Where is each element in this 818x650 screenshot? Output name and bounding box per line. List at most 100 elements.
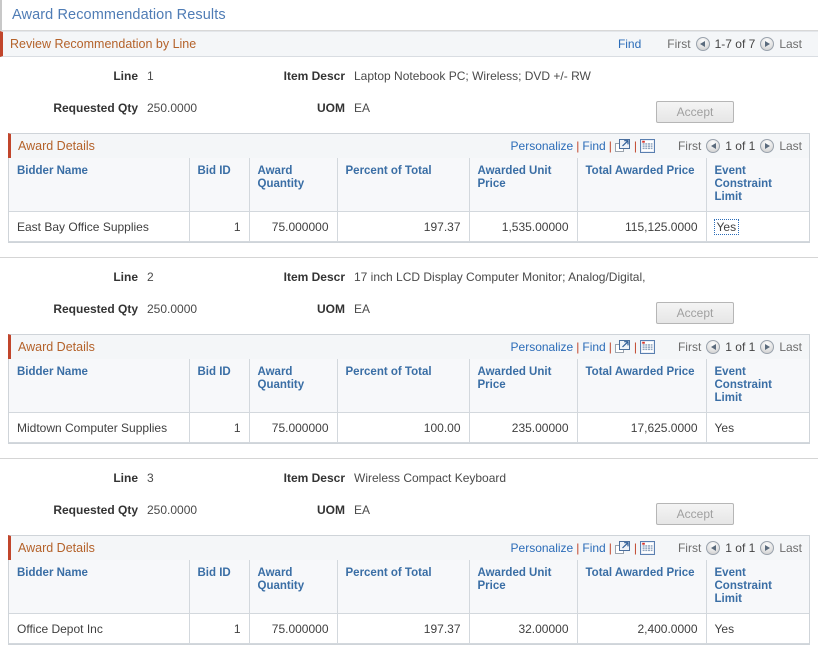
grid-pager-first[interactable]: First xyxy=(678,340,701,354)
expand-grid-icon[interactable] xyxy=(615,139,631,154)
download-spreadsheet-icon[interactable] xyxy=(640,340,656,355)
accept-button[interactable]: Accept xyxy=(656,503,734,525)
bidder-name-cell: East Bay Office Supplies xyxy=(9,211,190,242)
accept-button-wrap: Accept xyxy=(656,503,818,525)
award-details-title: Award Details xyxy=(18,139,95,153)
event-constraint-limit-value[interactable]: Yes xyxy=(713,218,740,235)
grid-pager-last[interactable]: Last xyxy=(779,541,802,555)
next-arrow-icon[interactable] xyxy=(760,340,775,354)
prev-arrow-icon[interactable] xyxy=(706,139,721,153)
personalize-link[interactable]: Personalize xyxy=(511,139,574,153)
download-spreadsheet-icon[interactable] xyxy=(640,541,656,556)
prev-arrow-icon[interactable] xyxy=(706,541,721,555)
column-header-2: Award Quantity xyxy=(249,359,338,413)
group-pager-count: 1-7 of 7 xyxy=(714,37,756,51)
table-body: Midtown Computer Supplies 1 75.000000 100.0… xyxy=(9,412,809,443)
personalize-link[interactable]: Personalize xyxy=(511,340,574,354)
requested-qty-value: 250.0000 xyxy=(147,302,198,316)
qty-field-row: Requested Qty 250.0000 UOM EA Accept xyxy=(0,294,818,334)
prev-arrow-icon[interactable] xyxy=(695,37,710,51)
line-label: Line xyxy=(113,471,138,485)
uom-label: UOM xyxy=(317,101,345,115)
toolbar-separator: | xyxy=(608,340,612,354)
bidder-name-cell: Midtown Computer Supplies xyxy=(9,412,190,443)
column-header-0: Bidder Name xyxy=(9,158,190,212)
line-number-value: 3 xyxy=(147,471,154,485)
grid-pager: First 1 of 1 Last xyxy=(678,340,802,354)
grid-find-link[interactable]: Find xyxy=(582,541,605,555)
column-header-5: Total Awarded Price xyxy=(577,158,707,212)
grid-pager-first[interactable]: First xyxy=(678,139,701,153)
uom-value: EA xyxy=(354,101,371,115)
line-label: Line xyxy=(113,69,138,83)
total-awarded-price-cell: 115,125.0000 xyxy=(577,211,707,242)
uom-label: UOM xyxy=(317,503,345,517)
accept-button-wrap: Accept xyxy=(656,302,818,324)
table-row: Office Depot Inc 1 75.000000 197.37 32.00000… xyxy=(9,613,809,644)
column-header-2: Award Quantity xyxy=(249,158,338,212)
award-details-title: Award Details xyxy=(18,541,95,555)
column-header-4: Awarded Unit Price xyxy=(469,560,578,614)
item-descr-value: Wireless Compact Keyboard xyxy=(354,471,507,485)
bid-id-cell: 1 xyxy=(189,211,250,242)
line-number-value: 2 xyxy=(147,270,154,284)
award-quantity-cell: 75.000000 xyxy=(249,613,338,644)
requested-qty-label: Requested Qty xyxy=(53,503,138,517)
column-header-0: Bidder Name xyxy=(9,560,190,614)
accept-button-wrap: Accept xyxy=(656,101,818,123)
page-title-bar: Award Recommendation Results xyxy=(0,0,818,31)
grid-pager-count: 1 of 1 xyxy=(725,541,756,555)
event-constraint-limit-cell[interactable]: Yes xyxy=(706,613,809,644)
column-header-5: Total Awarded Price xyxy=(577,560,707,614)
award-details-grid-wrap: Award Details Personalize | Find | | Fir… xyxy=(0,334,818,444)
grid-pager-first[interactable]: First xyxy=(678,541,701,555)
personalize-link[interactable]: Personalize xyxy=(511,541,574,555)
column-header-2: Award Quantity xyxy=(249,560,338,614)
next-arrow-icon[interactable] xyxy=(760,541,775,555)
column-header-4: Awarded Unit Price xyxy=(469,359,578,413)
download-spreadsheet-icon[interactable] xyxy=(640,139,656,154)
award-details-header: Award Details Personalize | Find | | Fir… xyxy=(8,535,810,560)
grid-find-link[interactable]: Find xyxy=(582,139,605,153)
group-find-link[interactable]: Find xyxy=(618,37,641,51)
requested-qty-value: 250.0000 xyxy=(147,503,198,517)
page-title: Award Recommendation Results xyxy=(12,7,226,23)
bid-id-cell: 1 xyxy=(189,412,250,443)
next-arrow-icon[interactable] xyxy=(760,139,775,153)
award-details-table: Bidder Name Bid ID Award Quantity Percent o… xyxy=(9,359,809,443)
event-constraint-limit-cell[interactable]: Yes xyxy=(706,412,809,443)
award-details-grid: Bidder Name Bid ID Award Quantity Percent o… xyxy=(8,560,810,645)
bid-id-cell: 1 xyxy=(189,613,250,644)
line-field-row: Line 2 Item Descr 17 inch LCD Display Co… xyxy=(0,258,818,294)
awarded-unit-price-cell: 32.00000 xyxy=(469,613,578,644)
percent-of-total-cell: 197.37 xyxy=(337,211,470,242)
grid-pager-last[interactable]: Last xyxy=(779,340,802,354)
grid-find-link[interactable]: Find xyxy=(582,340,605,354)
line-number-value: 1 xyxy=(147,69,154,83)
prev-arrow-icon[interactable] xyxy=(706,340,721,354)
column-header-6: Event Constraint Limit xyxy=(706,158,809,212)
table-body: East Bay Office Supplies 1 75.000000 197.37… xyxy=(9,211,809,242)
grid-pager-last[interactable]: Last xyxy=(779,139,802,153)
accept-button[interactable]: Accept xyxy=(656,302,734,324)
group-pager-last[interactable]: Last xyxy=(779,37,802,51)
next-arrow-icon[interactable] xyxy=(760,37,775,51)
line-field-row: Line 1 Item Descr Laptop Notebook PC; Wi… xyxy=(0,57,818,93)
toolbar-separator: | xyxy=(576,340,580,354)
line-label: Line xyxy=(113,270,138,284)
toolbar-separator: | xyxy=(576,139,580,153)
table-body: Office Depot Inc 1 75.000000 197.37 32.00000… xyxy=(9,613,809,644)
uom-value: EA xyxy=(354,503,371,517)
group-pager-first[interactable]: First xyxy=(667,37,690,51)
toolbar-separator: | xyxy=(608,541,612,555)
review-recommendation-group-header: Review Recommendation by Line Find First… xyxy=(0,31,818,57)
expand-grid-icon[interactable] xyxy=(615,340,631,355)
event-constraint-limit-cell[interactable]: Yes xyxy=(706,211,809,242)
accept-button[interactable]: Accept xyxy=(656,101,734,123)
toolbar-separator: | xyxy=(608,139,612,153)
column-header-1: Bid ID xyxy=(189,359,250,413)
line-field-row: Line 3 Item Descr Wireless Compact Keybo… xyxy=(0,459,818,495)
column-header-5: Total Awarded Price xyxy=(577,359,707,413)
grid-pager-count: 1 of 1 xyxy=(725,340,756,354)
expand-grid-icon[interactable] xyxy=(615,541,631,556)
